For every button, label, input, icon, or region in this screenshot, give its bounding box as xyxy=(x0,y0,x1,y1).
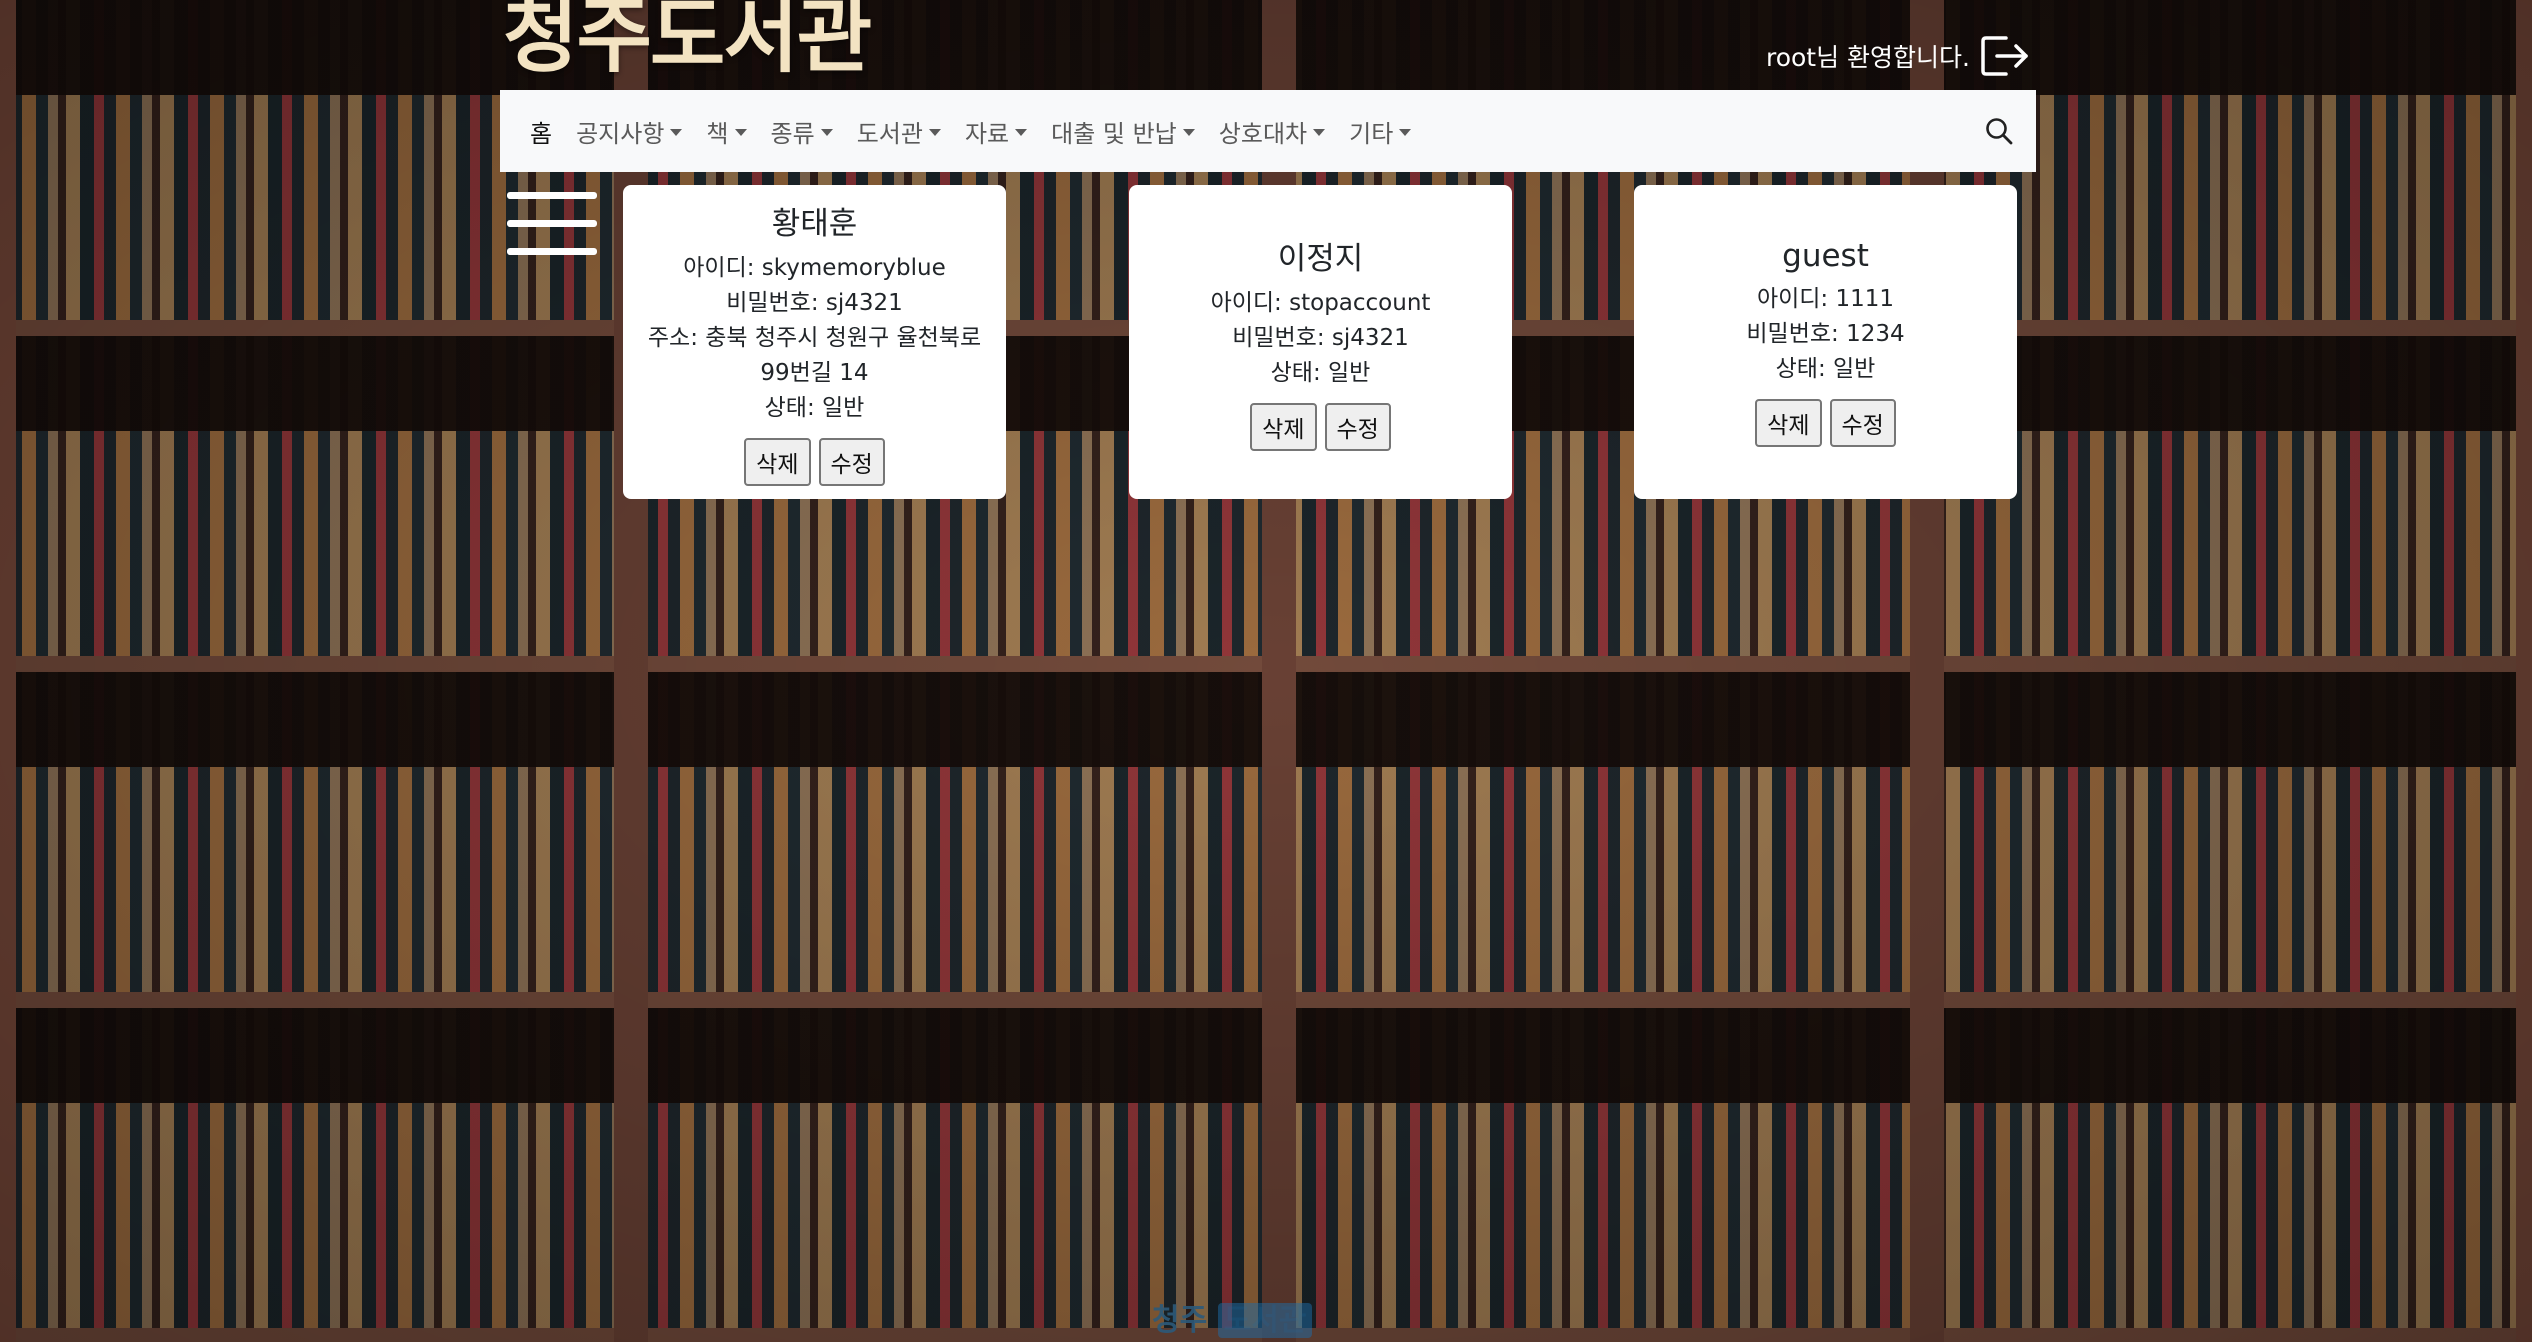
welcome-text: root님 환영합니다. xyxy=(1765,43,1970,72)
hamburger-bar xyxy=(507,220,597,227)
logout-icon[interactable] xyxy=(1980,34,2032,78)
nav-item-notices[interactable]: 공지사항 xyxy=(576,114,683,149)
search-icon[interactable] xyxy=(1984,116,2014,146)
caret-down-icon xyxy=(1015,129,1028,136)
delete-button[interactable]: 삭제 xyxy=(744,438,811,486)
caret-down-icon xyxy=(820,129,833,136)
user-name: guest xyxy=(1782,237,1869,274)
user-password: 비밀번호: sj4321 xyxy=(1232,325,1409,351)
edit-button[interactable]: 수정 xyxy=(1829,398,1896,447)
nav-item-label: 자료 xyxy=(964,119,1010,148)
footer-text-a: 청주 xyxy=(1152,1303,1208,1338)
user-password: 비밀번호: 1234 xyxy=(1746,320,1905,347)
nav-item-label: 상호대차 xyxy=(1218,119,1308,148)
delete-button[interactable]: 삭제 xyxy=(1250,403,1317,451)
caret-down-icon xyxy=(734,129,747,136)
card-actions: 삭제 수정 xyxy=(1250,403,1391,451)
caret-down-icon xyxy=(670,129,683,136)
caret-down-icon xyxy=(1399,129,1412,136)
user-name: 이정지 xyxy=(1277,241,1364,277)
hamburger-bar xyxy=(507,192,597,199)
card-actions: 삭제 수정 xyxy=(1755,398,1896,447)
user-name: 황태훈 xyxy=(771,206,858,242)
user-id: 아이디: 1111 xyxy=(1756,285,1895,312)
edit-button[interactable]: 수정 xyxy=(818,438,885,486)
user-card: guest 아이디: 1111 비밀번호: 1234 상태: 일반 삭제 수정 xyxy=(1634,185,2017,499)
nav-items: 홈 공지사항 책 종류 도서관 자료 대출 및 반납 상호대차 기타 xyxy=(530,114,1984,149)
footer-text-b: 도서관 xyxy=(1217,1303,1313,1338)
user-password: 비밀번호: sj4321 xyxy=(726,290,903,316)
nav-item-home[interactable]: 홈 xyxy=(530,114,552,149)
caret-down-icon xyxy=(1313,129,1326,136)
caret-down-icon xyxy=(928,129,941,136)
card-actions: 삭제 수정 xyxy=(744,438,885,486)
welcome-area: root님 환영합니다. xyxy=(1766,34,2032,78)
footer-text: 청주 도서관 xyxy=(1152,1295,1313,1339)
delete-button[interactable]: 삭제 xyxy=(1755,398,1822,447)
nav-item-books[interactable]: 책 xyxy=(706,114,747,149)
nav-item-label: 공지사항 xyxy=(576,119,665,148)
nav-item-label: 책 xyxy=(706,119,729,148)
nav-item-label: 홈 xyxy=(530,119,553,148)
caret-down-icon xyxy=(1182,129,1195,136)
edit-button[interactable]: 수정 xyxy=(1324,403,1391,451)
user-card: 황태훈 아이디: skymemoryblue 비밀번호: sj4321 주소: … xyxy=(623,185,1006,499)
nav-item-loan-return[interactable]: 대출 및 반납 xyxy=(1051,114,1195,149)
site-title[interactable]: 청주도서관 xyxy=(503,0,872,80)
user-status: 상태: 일반 xyxy=(1775,355,1876,382)
user-status: 상태: 일반 xyxy=(764,395,865,421)
user-id: 아이디: skymemoryblue xyxy=(683,255,946,281)
main-navbar: 홈 공지사항 책 종류 도서관 자료 대출 및 반납 상호대차 기타 xyxy=(500,90,2036,172)
nav-item-library[interactable]: 도서관 xyxy=(857,114,941,149)
hamburger-bar xyxy=(507,248,597,255)
user-id: 아이디: stopaccount xyxy=(1210,290,1431,316)
nav-item-label: 종류 xyxy=(770,119,815,148)
user-address: 주소: 충북 청주시 청원구 율천북로99번길 14 xyxy=(647,325,982,386)
hamburger-menu-icon[interactable] xyxy=(507,192,597,255)
nav-item-interlibrary-loan[interactable]: 상호대차 xyxy=(1218,114,1326,149)
nav-item-materials[interactable]: 자료 xyxy=(964,114,1028,149)
nav-item-label: 도서관 xyxy=(856,119,923,148)
user-card: 이정지 아이디: stopaccount 비밀번호: sj4321 상태: 일반… xyxy=(1129,185,1512,499)
user-status: 상태: 일반 xyxy=(1270,360,1371,386)
nav-item-categories[interactable]: 종류 xyxy=(771,114,833,149)
nav-item-label: 기타 xyxy=(1349,119,1394,148)
nav-item-label: 대출 및 반납 xyxy=(1051,119,1177,148)
nav-item-etc[interactable]: 기타 xyxy=(1349,114,1412,149)
